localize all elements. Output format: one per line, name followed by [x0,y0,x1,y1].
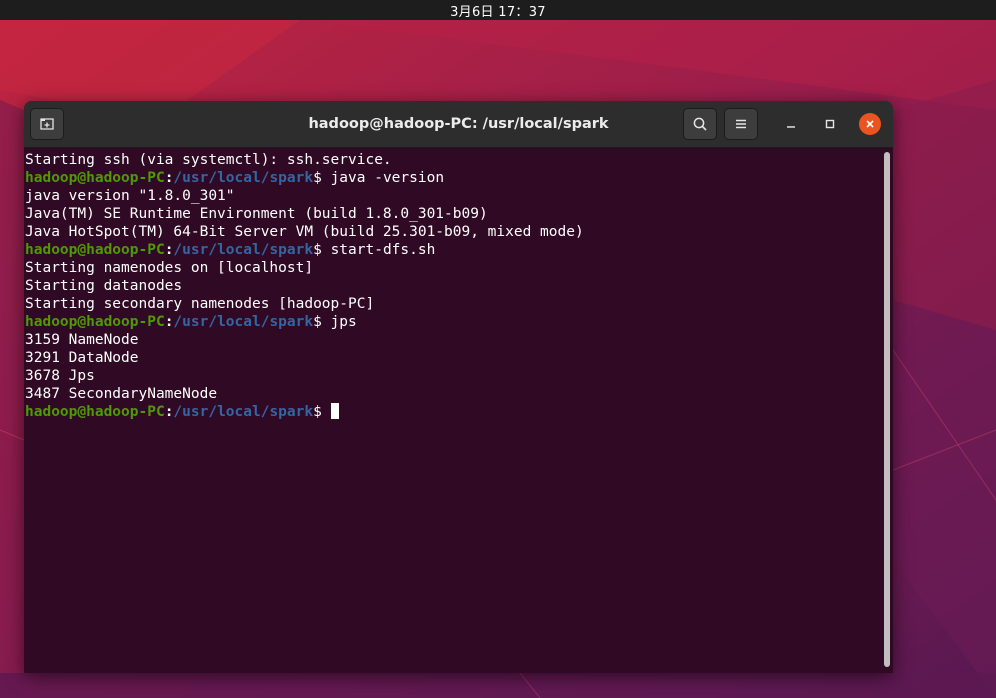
command-text: java -version [330,170,445,186]
prompt-user-host: hadoop@hadoop-PC [25,170,165,186]
scrollbar-thumb[interactable] [884,152,890,667]
prompt-line: hadoop@hadoop-PC:/usr/local/spark$ java … [25,169,584,187]
prompt-path: /usr/local/spark [173,404,314,420]
prompt-user-host: hadoop@hadoop-PC [25,242,165,258]
text-cursor [330,403,339,419]
prompt-line: hadoop@hadoop-PC:/usr/local/spark$ jps [25,313,584,331]
header-bar[interactable]: hadoop@hadoop-PC: /usr/local/spark [24,101,893,148]
close-button[interactable] [859,113,881,135]
prompt-line: hadoop@hadoop-PC:/usr/local/spark$ start… [25,241,584,259]
new-tab-icon [40,118,54,130]
terminal-lines: Starting ssh (via systemctl): ssh.servic… [25,151,584,421]
window-title: hadoop@hadoop-PC: /usr/local/spark [308,116,609,132]
prompt-line: hadoop@hadoop-PC:/usr/local/spark$ [25,403,584,421]
command-text: start-dfs.sh [330,242,436,258]
top-panel: 3月6日 17：37 [0,0,996,20]
output-line: Java HotSpot(TM) 64-Bit Server VM (build… [25,224,584,240]
output-line: 3678 Jps [25,368,95,384]
hamburger-menu-icon [736,119,746,129]
clock[interactable]: 3月6日 17：37 [450,1,546,20]
search-icon [693,117,707,131]
close-icon [866,120,874,128]
output-line: 3487 SecondaryNameNode [25,386,218,402]
output-line: 3291 DataNode [25,350,139,366]
maximize-button[interactable] [819,113,841,135]
output-line: 3159 NameNode [25,332,139,348]
minimize-button[interactable] [780,113,802,135]
output-line: Java(TM) SE Runtime Environment (build 1… [25,206,488,222]
command-text: jps [330,314,357,330]
output-line: Starting ssh (via systemctl): ssh.servic… [25,152,392,168]
new-tab-button[interactable] [30,108,64,140]
prompt-dollar: $ [313,314,331,330]
prompt-path: /usr/local/spark [173,242,314,258]
output-line: Starting namenodes on [localhost] [25,260,314,276]
output-line: Starting secondary namenodes [hadoop-PC] [25,296,375,312]
desktop: 3月6日 17：37 hadoop@hadoop-PC: /usr/local/… [0,0,996,698]
prompt-user-host: hadoop@hadoop-PC [25,404,165,420]
menu-button[interactable] [724,108,758,140]
minimize-icon [787,126,795,128]
output-line: java version "1.8.0_301" [25,188,235,204]
terminal-output[interactable]: Starting ssh (via systemctl): ssh.servic… [24,148,880,673]
output-line: Starting datanodes [25,278,183,294]
prompt-path: /usr/local/spark [173,170,314,186]
prompt-dollar: $ [313,242,331,258]
maximize-icon [825,119,835,129]
search-button[interactable] [683,108,717,140]
prompt-user-host: hadoop@hadoop-PC [25,314,165,330]
scrollbar[interactable] [881,148,893,673]
prompt-path: /usr/local/spark [173,314,314,330]
prompt-dollar: $ [313,404,331,420]
prompt-dollar: $ [313,170,331,186]
terminal-window: hadoop@hadoop-PC: /usr/local/spark Start… [24,101,893,673]
